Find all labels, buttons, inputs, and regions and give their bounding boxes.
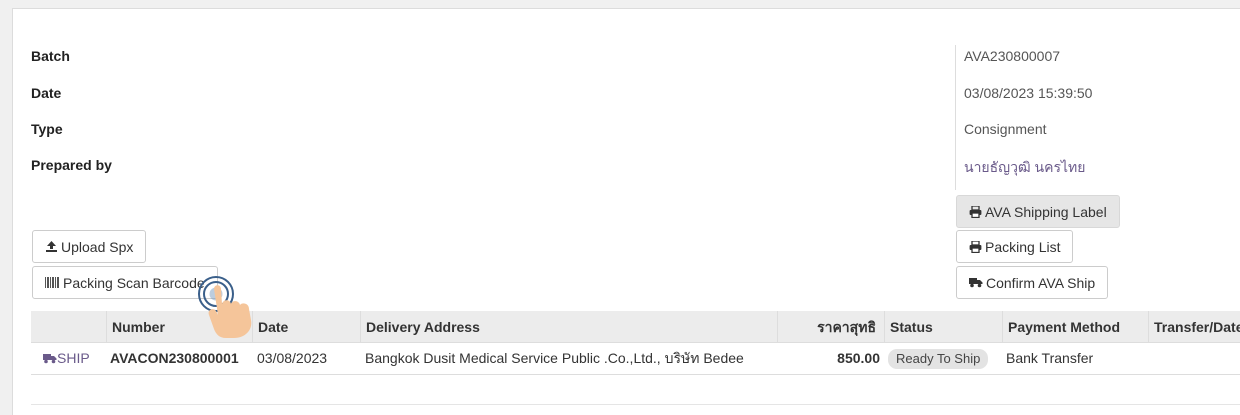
type-label: Type <box>31 121 63 137</box>
date-value: 03/08/2023 15:39:50 <box>964 85 1093 101</box>
cell-payment-method: Bank Transfer <box>1006 350 1094 366</box>
confirm-ava-ship-label: Confirm AVA Ship <box>986 274 1096 291</box>
cell-transfer-date <box>1152 343 1240 375</box>
pointer-hand-icon <box>198 276 252 338</box>
cell-delivery-address: Bangkok Dusit Medical Service Public .Co… <box>365 350 744 366</box>
cell-status: Ready To Ship <box>888 343 1002 375</box>
printer-icon <box>969 205 982 218</box>
info-divider <box>955 45 956 190</box>
col-header-payment-method[interactable]: Payment Method <box>1002 311 1148 343</box>
batch-label: Batch <box>31 48 70 64</box>
upload-spx-label: Upload Spx <box>61 238 134 255</box>
packing-scan-barcode-button[interactable]: Packing Scan Barcode <box>32 266 218 299</box>
barcode-icon <box>45 277 60 288</box>
upload-spx-button[interactable]: Upload Spx <box>32 230 147 263</box>
printer-icon <box>969 240 982 253</box>
ship-action-link[interactable]: SHIP <box>43 343 103 375</box>
status-badge: Ready To Ship <box>888 349 989 369</box>
confirm-ava-ship-button[interactable]: Confirm AVA Ship <box>956 266 1109 299</box>
col-header-status[interactable]: Status <box>884 311 1002 343</box>
col-header-action <box>31 311 106 343</box>
cell-date: 03/08/2023 <box>257 350 328 366</box>
ava-shipping-label-button[interactable]: AVA Shipping Label <box>956 195 1120 228</box>
cell-net-price: 850.00 <box>837 350 880 366</box>
prepared-by-label: Prepared by <box>31 157 112 173</box>
date-label: Date <box>31 85 62 101</box>
packing-list-label: Packing List <box>985 238 1061 255</box>
batch-value: AVA230800007 <box>964 48 1061 64</box>
table-row: SHIP AVACON230800001 03/08/2023 Bangkok … <box>31 343 1240 375</box>
col-header-delivery-address[interactable]: Delivery Address <box>360 311 777 343</box>
prepared-by-value: นายธัญวุฒิ นครไทย <box>964 159 1086 175</box>
col-header-net-price[interactable]: ราคาสุทธิ <box>777 311 884 343</box>
table-bottom-divider <box>31 404 1240 405</box>
ava-shipping-label-text: AVA Shipping Label <box>985 203 1107 220</box>
col-header-transfer-date[interactable]: Transfer/Date <box>1148 311 1240 343</box>
packing-scan-barcode-label: Packing Scan Barcode <box>63 274 205 291</box>
ship-action-label: SHIP <box>57 350 90 366</box>
packing-list-button[interactable]: Packing List <box>956 230 1074 263</box>
truck-icon <box>43 344 57 375</box>
truck-icon <box>969 277 983 288</box>
cell-number: AVACON230800001 <box>110 350 239 366</box>
upload-icon <box>45 240 58 253</box>
type-value: Consignment <box>964 121 1047 137</box>
